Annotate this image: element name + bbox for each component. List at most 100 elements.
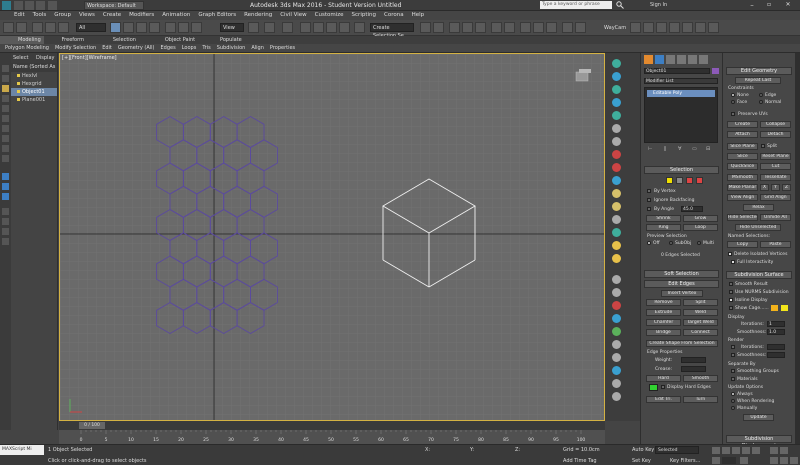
snaps-toggle-icon[interactable] <box>300 22 311 33</box>
modifier-stack-item[interactable]: Editable Poly <box>647 90 715 97</box>
select-scale-icon[interactable] <box>191 22 202 33</box>
selection-filter-select[interactable]: All <box>76 23 106 32</box>
active-shade-icon[interactable] <box>575 22 586 33</box>
sort-icon[interactable] <box>2 208 9 215</box>
undo-icon[interactable] <box>36 1 45 10</box>
freeform-icon[interactable] <box>612 72 621 81</box>
preview-off-radio[interactable] <box>647 241 651 245</box>
pan-icon[interactable] <box>770 457 778 464</box>
viewport-label[interactable]: [+][Front][Wireframe] <box>62 55 117 61</box>
attach-button[interactable]: Attach <box>727 131 758 138</box>
ribbon-loops[interactable]: Loops <box>179 44 200 52</box>
key-filters-button[interactable]: Key Filters... <box>670 458 700 464</box>
grid-align-button[interactable]: Grid Align <box>760 194 791 201</box>
orbit-icon[interactable] <box>780 457 788 464</box>
render-iterations-field[interactable] <box>767 344 785 350</box>
menu-rendering[interactable]: Rendering <box>240 11 276 20</box>
update-manually-radio[interactable] <box>731 406 735 410</box>
display-invert-icon[interactable] <box>2 193 9 200</box>
smooth-result-checkbox[interactable] <box>729 282 733 286</box>
close-button[interactable]: ✕ <box>780 1 796 10</box>
align-icon[interactable] <box>433 22 444 33</box>
edit-tri-button[interactable]: Edit Tri. <box>646 396 681 403</box>
zoom-icon[interactable] <box>770 447 778 454</box>
update-always-radio[interactable] <box>731 392 735 396</box>
modify-tab-icon[interactable] <box>655 55 664 64</box>
ribbon-modify-selection[interactable]: Modify Selection <box>52 44 99 52</box>
display-none-icon[interactable] <box>2 183 9 190</box>
hide-selected-button[interactable]: Hide Selected <box>727 214 758 221</box>
angle-snap-icon[interactable] <box>313 22 324 33</box>
turn-button[interactable]: Turn <box>683 396 718 403</box>
undo-button[interactable] <box>3 22 14 33</box>
time-config-icon[interactable] <box>740 457 748 464</box>
tool-icon[interactable] <box>612 275 621 284</box>
corona-material-icon[interactable] <box>695 22 706 33</box>
find-icon[interactable] <box>2 218 9 225</box>
red-sphere-icon[interactable] <box>612 150 621 159</box>
redo-button[interactable] <box>16 22 27 33</box>
light-bulb-icon[interactable] <box>17 90 20 93</box>
remove-modifier-icon[interactable]: ▭ <box>692 146 697 152</box>
shape-icon[interactable] <box>612 366 621 375</box>
ignore-backfacing-checkbox[interactable] <box>647 198 651 202</box>
corona-stop-icon[interactable] <box>669 22 680 33</box>
ribbon-tab-populate[interactable]: Populate <box>200 36 245 44</box>
object-paint-icon[interactable] <box>612 98 621 107</box>
create-button[interactable]: Create <box>727 121 758 128</box>
name-column-header[interactable]: Name (Sorted As <box>11 63 57 72</box>
grow-button[interactable]: Grow <box>683 215 718 222</box>
menu-group[interactable]: Group <box>50 11 75 20</box>
create-shape-button[interactable]: Create Shape From Selection <box>646 340 718 347</box>
view-align-button[interactable]: View Align <box>727 194 758 201</box>
constraint-edge-radio[interactable] <box>759 93 763 97</box>
ribbon-tab-selection[interactable]: Selection <box>89 36 139 44</box>
tube-icon[interactable] <box>612 202 621 211</box>
pin-stack-icon[interactable]: ⊢ <box>648 146 652 152</box>
bridge-button[interactable]: Bridge <box>646 329 681 336</box>
filter-helpers-icon[interactable] <box>2 105 9 112</box>
next-frame-icon[interactable] <box>742 447 750 454</box>
full-interactivity-checkbox[interactable] <box>731 260 735 264</box>
planar-z-button[interactable]: Z <box>782 184 791 191</box>
select-rotate-icon[interactable] <box>178 22 189 33</box>
materials-checkbox[interactable] <box>731 377 735 381</box>
hide-unselected-button[interactable]: Hide Unselected <box>735 224 781 231</box>
delete-isolated-checkbox[interactable] <box>728 252 732 256</box>
copy-button[interactable]: Copy <box>727 241 758 248</box>
select-object-icon[interactable] <box>110 22 121 33</box>
time-slider[interactable]: 0 / 100 <box>59 421 605 430</box>
list-item[interactable]: Object01 <box>11 88 57 96</box>
hierarchy-icon[interactable] <box>2 238 9 245</box>
menu-help[interactable]: Help <box>408 11 429 20</box>
corona-render-icon[interactable] <box>630 22 641 33</box>
filter-xrefs-icon[interactable] <box>2 135 9 142</box>
edit-named-selection-icon[interactable] <box>354 22 365 33</box>
remove-button[interactable]: Remove <box>646 299 681 306</box>
menu-modifiers[interactable]: Modifiers <box>125 11 158 20</box>
soft-selection-rollout[interactable]: Soft Selection <box>644 270 719 278</box>
menu-scripting[interactable]: Scripting <box>348 11 380 20</box>
selection-icon[interactable] <box>612 85 621 94</box>
ribbon-edit[interactable]: Edit <box>99 44 115 52</box>
front-viewport[interactable] <box>59 53 605 421</box>
display-hard-edges-checkbox[interactable] <box>661 385 665 389</box>
populate-icon[interactable] <box>612 111 621 120</box>
menu-animation[interactable]: Animation <box>158 11 194 20</box>
render-smoothness-checkbox[interactable] <box>731 353 735 357</box>
filter-groups-icon[interactable] <box>2 125 9 132</box>
show-end-result-icon[interactable]: ∥ <box>664 146 667 152</box>
make-unique-icon[interactable]: ∀ <box>678 146 681 152</box>
ribbon-geometry[interactable]: Geometry (All) <box>115 44 158 52</box>
motion-tab-icon[interactable] <box>677 55 686 64</box>
planar-x-button[interactable]: X <box>760 184 769 191</box>
update-button[interactable]: Update <box>743 414 774 421</box>
paste-button[interactable]: Paste <box>760 241 791 248</box>
chamfer-button[interactable]: Chamfer <box>646 319 681 326</box>
use-nurms-checkbox[interactable] <box>729 290 733 294</box>
msmooth-button[interactable]: MSmooth <box>727 174 758 181</box>
cylinder-icon[interactable] <box>612 176 621 185</box>
render-iterations-checkbox[interactable] <box>731 345 735 349</box>
make-planar-button[interactable]: Make Planar <box>727 184 758 191</box>
create-tab-icon[interactable] <box>644 55 653 64</box>
